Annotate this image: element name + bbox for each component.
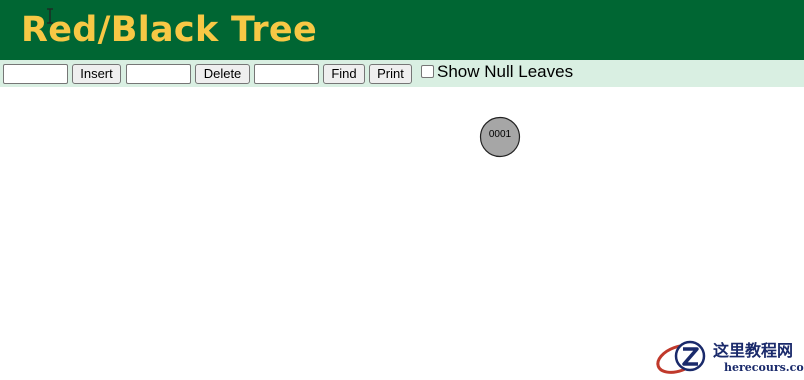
delete-input[interactable] (126, 64, 191, 84)
delete-button[interactable]: Delete (195, 64, 250, 84)
show-null-leaves-checkbox[interactable] (421, 65, 434, 78)
show-null-leaves-label: Show Null Leaves (437, 62, 574, 81)
page-header: Red/Black Tree (0, 0, 804, 60)
page-title: Red/Black Tree (21, 10, 317, 50)
watermark-text-cn: 这里教程网 (713, 341, 794, 360)
find-button[interactable]: Find (323, 64, 365, 84)
watermark-text-en: herecours.com (724, 361, 804, 374)
insert-input[interactable] (3, 64, 68, 84)
find-input[interactable] (254, 64, 319, 84)
toolbar: Insert Delete Find Print (0, 60, 804, 87)
tree-node-label: 0001 (488, 129, 512, 140)
print-button[interactable]: Print (369, 64, 412, 84)
text-cursor-icon (47, 8, 53, 24)
insert-button[interactable]: Insert (72, 64, 121, 84)
